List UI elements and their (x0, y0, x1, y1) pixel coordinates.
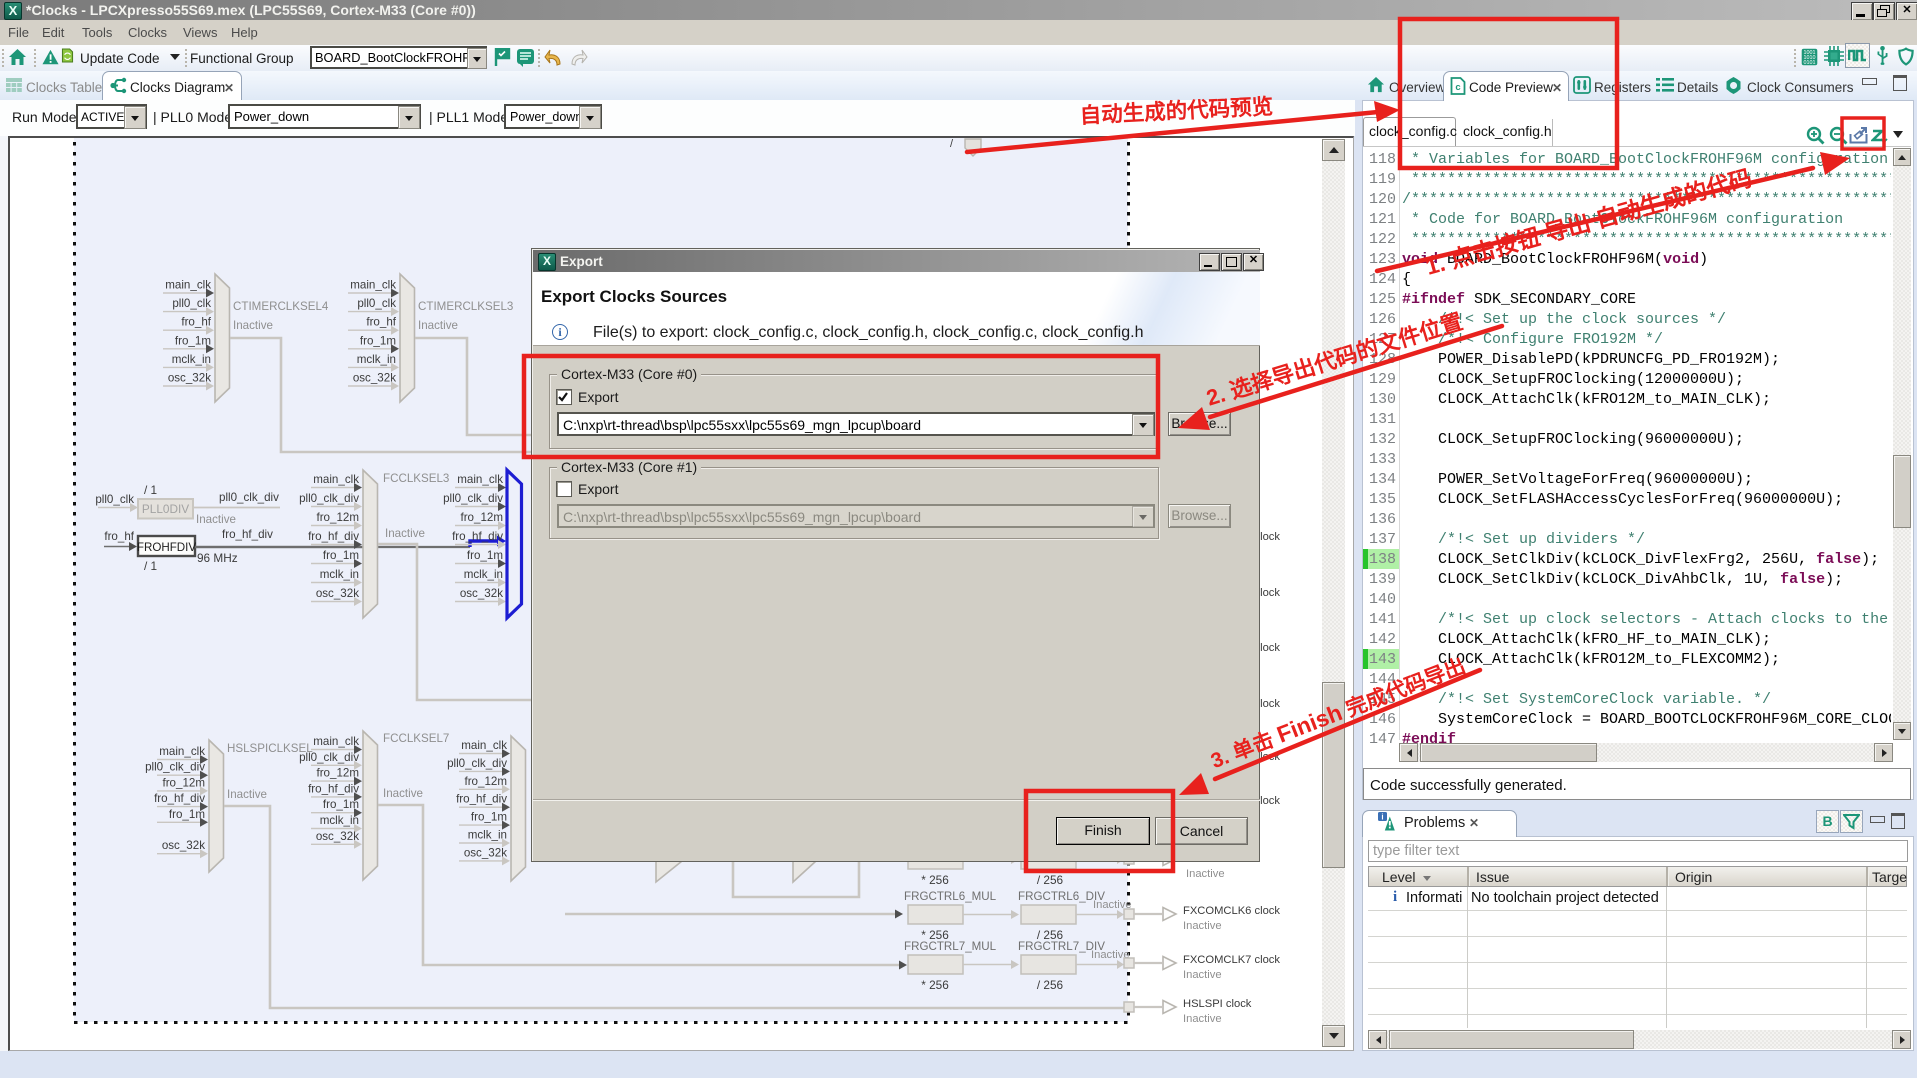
svg-text:mclk_in: mclk_in (468, 829, 507, 842)
svg-text:pll0_clk_div: pll0_clk_div (219, 491, 279, 504)
svg-text:pll0_clk_div: pll0_clk_div (299, 751, 359, 764)
svg-text:Inactive: Inactive (1183, 1013, 1222, 1025)
svg-text:osc_32k: osc_32k (162, 839, 205, 852)
svg-text:fro_1m: fro_1m (169, 808, 205, 821)
svg-text:fro_1m: fro_1m (360, 334, 396, 347)
svg-text:* 256: * 256 (921, 978, 949, 992)
svg-text:fro_hf_div: fro_hf_div (456, 793, 507, 806)
svg-text:FRGCTRL7_DIV: FRGCTRL7_DIV (1018, 940, 1105, 953)
svg-text:main_clk: main_clk (350, 279, 396, 292)
svg-text:osc_32k: osc_32k (168, 372, 211, 385)
svg-text:FXCOMCLK7 clock: FXCOMCLK7 clock (1183, 954, 1280, 966)
svg-text:Inactive: Inactive (196, 513, 236, 526)
svg-text:main_clk: main_clk (313, 735, 359, 748)
svg-text:/ 256: / 256 (1037, 873, 1064, 887)
svg-text:FRGCTRL7_MUL: FRGCTRL7_MUL (904, 940, 997, 953)
svg-text:pll0_clk_div: pll0_clk_div (145, 761, 205, 774)
svg-text:osc_32k: osc_32k (316, 587, 359, 600)
svg-text:fro_hf: fro_hf (104, 530, 134, 543)
svg-text:pll0_clk_div: pll0_clk_div (447, 757, 507, 770)
svg-text:Inactive: Inactive (233, 319, 273, 332)
svg-text:fro_1m: fro_1m (471, 811, 507, 824)
svg-text:Inactive: Inactive (1186, 868, 1225, 880)
svg-text:Inactive: Inactive (385, 527, 425, 540)
svg-text:osc_32k: osc_32k (460, 587, 503, 600)
svg-text:fro_12m: fro_12m (316, 511, 359, 524)
svg-text:osc_32k: osc_32k (464, 846, 507, 859)
svg-text:fro_1m: fro_1m (175, 334, 211, 347)
svg-text:fro_1m: fro_1m (323, 798, 359, 811)
svg-text:fro_hf_div: fro_hf_div (154, 792, 205, 805)
svg-text:i: i (1381, 813, 1383, 822)
svg-text:pll0_clk: pll0_clk (357, 297, 396, 310)
svg-text:fro_12m: fro_12m (316, 767, 359, 780)
svg-text:FCCLKSEL3: FCCLKSEL3 (383, 472, 449, 485)
svg-text:main_clk: main_clk (313, 473, 359, 486)
svg-text:osc_32k: osc_32k (353, 372, 396, 385)
svg-text:mclk_in: mclk_in (464, 568, 503, 581)
svg-text:fro_12m: fro_12m (162, 776, 205, 789)
svg-text:fro_1m: fro_1m (323, 549, 359, 562)
svg-text:fro_hf_div: fro_hf_div (308, 782, 359, 795)
svg-text:Inactive: Inactive (418, 319, 458, 332)
svg-text:0101: 0101 (1804, 60, 1816, 66)
svg-text:mclk_in: mclk_in (172, 353, 211, 366)
svg-text:Inactive: Inactive (1183, 920, 1222, 932)
svg-text:main_clk: main_clk (457, 473, 503, 486)
svg-text:fro_hf_div: fro_hf_div (308, 530, 359, 543)
svg-text:c: c (1455, 82, 1460, 93)
svg-text:96 MHz: 96 MHz (197, 551, 238, 565)
svg-text:fro_hf_div: fro_hf_div (222, 528, 273, 541)
svg-text:CTIMERCLKSEL3: CTIMERCLKSEL3 (418, 300, 513, 313)
svg-text:FCCLKSEL7: FCCLKSEL7 (383, 732, 449, 745)
svg-text:pll0_clk_div: pll0_clk_div (443, 492, 503, 505)
svg-text:/ 1: / 1 (144, 559, 157, 573)
svg-text:mclk_in: mclk_in (357, 353, 396, 366)
svg-text:fro_1m: fro_1m (467, 549, 503, 562)
svg-text:Inactive: Inactive (1183, 969, 1222, 981)
svg-text:fro_12m: fro_12m (464, 775, 507, 788)
svg-text:mclk_in: mclk_in (320, 568, 359, 581)
svg-text:main_clk: main_clk (165, 279, 211, 292)
svg-text:pll0_clk_div: pll0_clk_div (299, 492, 359, 505)
svg-text:pll0_clk: pll0_clk (172, 297, 211, 310)
svg-text:Inactive: Inactive (227, 788, 267, 801)
svg-text:pll0_clk: pll0_clk (95, 493, 134, 506)
svg-text:PLL0DIV: PLL0DIV (142, 502, 189, 516)
svg-text:HSLSPI clock: HSLSPI clock (1183, 998, 1252, 1010)
svg-text:/ 256: / 256 (1037, 978, 1064, 992)
svg-text:* 256: * 256 (921, 873, 949, 887)
svg-text:fro_12m: fro_12m (460, 511, 503, 524)
svg-text:mclk_in: mclk_in (320, 814, 359, 827)
svg-text:CTIMERCLKSEL4: CTIMERCLKSEL4 (233, 300, 329, 313)
svg-text:osc_32k: osc_32k (316, 830, 359, 843)
svg-text:FXCOMCLK6 clock: FXCOMCLK6 clock (1183, 905, 1280, 917)
svg-text:FRGCTRL6_DIV: FRGCTRL6_DIV (1018, 890, 1105, 903)
svg-text:FROHFDIV: FROHFDIV (137, 541, 197, 554)
svg-text:main_clk: main_clk (159, 745, 205, 758)
svg-text:fro_hf_div: fro_hf_div (452, 530, 503, 543)
svg-text:FRGCTRL6_MUL: FRGCTRL6_MUL (904, 890, 997, 903)
svg-text:main_clk: main_clk (461, 739, 507, 752)
svg-text:/ 1: / 1 (144, 483, 157, 497)
svg-text:Inactive: Inactive (383, 787, 423, 800)
